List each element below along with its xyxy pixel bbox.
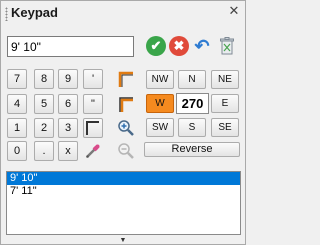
undo-icon[interactable]: ↶ <box>192 36 212 56</box>
expand-chevron-icon[interactable]: ▼ <box>1 236 245 245</box>
direction-sw-button[interactable]: SW <box>146 118 174 137</box>
direction-nw-button[interactable]: NW <box>146 70 174 89</box>
eyedropper-icon[interactable] <box>83 141 103 161</box>
window-title: Keypad <box>11 5 58 20</box>
keypad-panel: Keypad ✕ ✔ ✖ ↶ 7 8 9 ' 4 5 6 " 1 2 3 0 .… <box>0 0 246 245</box>
angle-right-icon[interactable] <box>116 94 136 114</box>
history-item[interactable]: 7' 11" <box>7 185 240 198</box>
clear-list-icon[interactable] <box>217 36 237 56</box>
key-0[interactable]: 0 <box>7 141 27 161</box>
key-feet[interactable]: ' <box>83 69 103 89</box>
corner-icon <box>86 121 99 135</box>
key-multiply[interactable]: x <box>58 141 78 161</box>
key-inches[interactable]: " <box>83 94 103 114</box>
key-3[interactable]: 3 <box>58 118 78 138</box>
direction-se-button[interactable]: SE <box>211 118 239 137</box>
close-icon[interactable]: ✕ <box>227 4 241 18</box>
direction-n-button[interactable]: N <box>178 70 206 89</box>
key-1[interactable]: 1 <box>7 118 27 138</box>
key-decimal[interactable]: . <box>34 141 54 161</box>
reverse-button[interactable]: Reverse <box>144 142 240 157</box>
history-list[interactable]: 9' 10" 7' 11" <box>6 171 241 235</box>
title-bar[interactable]: Keypad ✕ <box>2 2 244 24</box>
key-6[interactable]: 6 <box>58 94 78 114</box>
direction-ne-button[interactable]: NE <box>211 70 239 89</box>
direction-w-button[interactable]: W <box>146 94 174 113</box>
direction-s-button[interactable]: S <box>178 118 206 137</box>
key-8[interactable]: 8 <box>34 69 54 89</box>
corner-tool-button[interactable] <box>83 118 103 138</box>
key-5[interactable]: 5 <box>34 94 54 114</box>
value-input[interactable] <box>7 36 134 57</box>
cancel-icon[interactable]: ✖ <box>169 36 189 56</box>
history-item[interactable]: 9' 10" <box>7 172 240 185</box>
drag-grip-icon[interactable] <box>5 7 8 21</box>
angle-left-icon[interactable] <box>116 69 136 89</box>
key-7[interactable]: 7 <box>7 69 27 89</box>
key-4[interactable]: 4 <box>7 94 27 114</box>
accept-icon[interactable]: ✔ <box>146 36 166 56</box>
key-2[interactable]: 2 <box>34 118 54 138</box>
zoom-out-icon[interactable] <box>116 141 136 161</box>
direction-e-button[interactable]: E <box>211 94 239 113</box>
zoom-in-icon[interactable] <box>116 118 136 138</box>
key-9[interactable]: 9 <box>58 69 78 89</box>
angle-value[interactable]: 270 <box>176 93 209 114</box>
